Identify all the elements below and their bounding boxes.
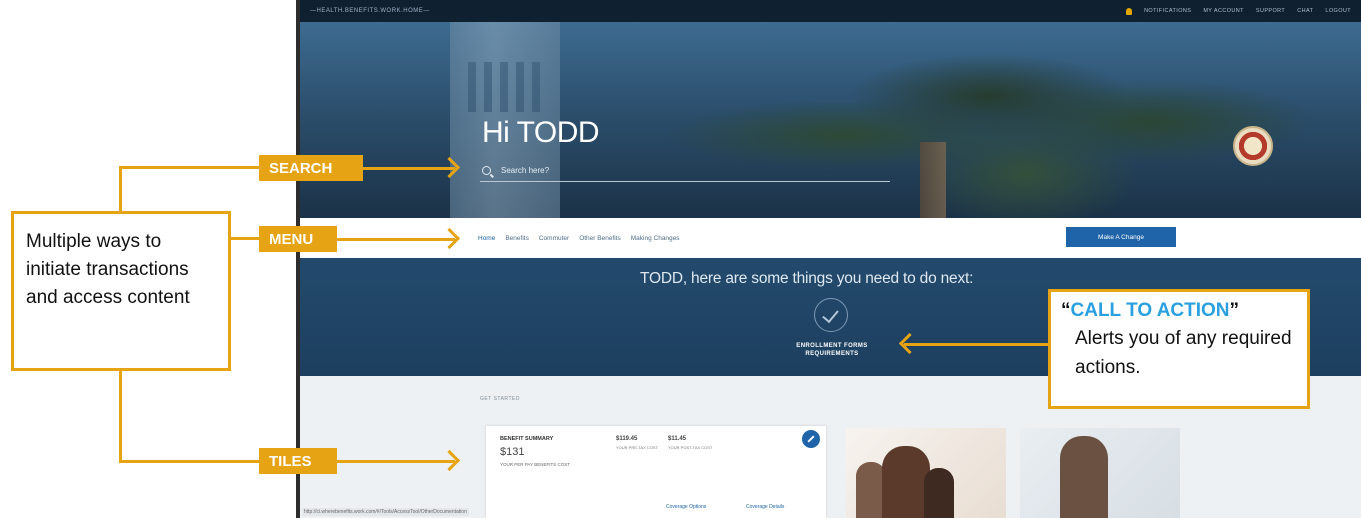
tile-title: BENEFIT SUMMARY <box>500 436 554 442</box>
bracket-line <box>230 237 259 240</box>
top-link-my-account[interactable]: MY ACCOUNT <box>1203 8 1244 14</box>
menu-item-home[interactable]: Home <box>478 235 495 242</box>
bell-icon[interactable] <box>1126 7 1133 15</box>
post-tax-cost: $11.45 <box>668 436 687 442</box>
section-label: GET STARTED <box>480 396 520 402</box>
top-link-chat[interactable]: CHAT <box>1297 8 1313 14</box>
bracket-line <box>119 166 259 169</box>
palm-trunk-image <box>920 142 946 218</box>
portal-screenshot: —HEALTH.BENEFITS.WORK.HOME— NOTIFICATION… <box>296 0 1361 518</box>
benefit-cost-label: YOUR PER PAY BENEFITS COST <box>500 462 571 467</box>
search-callout: SEARCH <box>259 155 363 181</box>
search-input[interactable] <box>501 166 861 175</box>
bracket-line <box>119 370 122 462</box>
top-links: NOTIFICATIONS MY ACCOUNT SUPPORT CHAT LO… <box>1126 7 1351 15</box>
arrow-right-icon <box>363 167 455 170</box>
top-link-support[interactable]: SUPPORT <box>1256 8 1285 14</box>
bracket-line <box>119 166 122 212</box>
coverage-details-link[interactable]: Coverage Details <box>746 504 784 510</box>
menu-callout: MENU <box>259 226 337 252</box>
cta-description: Alerts you of any required actions. <box>1075 328 1292 378</box>
cta-highlight: CALL TO ACTION <box>1070 300 1230 321</box>
status-bar-url: http://ci.wherebenefits.work.com/#/Tools… <box>302 508 469 516</box>
family-photo-tile[interactable] <box>846 428 1006 518</box>
tiles-callout: TILES <box>259 448 337 474</box>
woman-photo-tile[interactable] <box>1020 428 1180 518</box>
todo-title: TODD, here are some things you need to d… <box>640 270 974 287</box>
bracket-line <box>119 460 259 463</box>
top-link-notifications[interactable]: NOTIFICATIONS <box>1144 8 1191 14</box>
cta-heading: “CALL TO ACTION” <box>1061 300 1240 321</box>
pre-tax-label: YOUR PRE-TAX COST <box>616 445 658 450</box>
menu-item-making-changes[interactable]: Making Changes <box>631 235 680 242</box>
post-tax-label: YOUR POST-TAX COST <box>668 445 713 450</box>
top-bar: —HEALTH.BENEFITS.WORK.HOME— NOTIFICATION… <box>300 0 1361 22</box>
site-address: —HEALTH.BENEFITS.WORK.HOME— <box>310 8 430 14</box>
benefit-summary-tile[interactable]: BENEFIT SUMMARY $131 YOUR PER PAY BENEFI… <box>486 426 826 518</box>
edit-icon[interactable] <box>802 430 820 448</box>
arrow-left-icon <box>904 343 1048 346</box>
palm-tree-image <box>630 22 1350 218</box>
pre-tax-cost: $119.45 <box>616 436 638 442</box>
menu-item-benefits[interactable]: Benefits <box>505 235 529 242</box>
hero-banner: Hi TODD <box>300 22 1361 218</box>
arrow-right-icon <box>337 460 455 463</box>
county-seal-logo <box>1233 126 1273 166</box>
explanation-note: Multiple ways to initiate transactions a… <box>11 211 231 371</box>
enrollment-forms-link[interactable]: ENROLLMENT FORMS REQUIREMENTS <box>770 342 894 358</box>
menu-item-other-benefits[interactable]: Other Benefits <box>579 235 621 242</box>
arrow-right-icon <box>337 238 455 241</box>
coverage-options-link[interactable]: Coverage Options <box>666 504 706 510</box>
greeting: Hi TODD <box>482 116 600 149</box>
check-icon[interactable] <box>814 298 848 332</box>
make-a-change-button[interactable]: Make A Change <box>1066 227 1176 247</box>
search-icon[interactable] <box>482 166 491 175</box>
search-bar[interactable] <box>480 160 890 182</box>
benefit-cost: $131 <box>500 446 525 458</box>
note-text: Multiple ways to initiate transactions a… <box>26 231 190 308</box>
menu-item-commuter[interactable]: Commuter <box>539 235 569 242</box>
top-link-logout[interactable]: LOGOUT <box>1325 8 1351 14</box>
call-to-action-note: “CALL TO ACTION” Alerts you of any requi… <box>1048 289 1310 409</box>
